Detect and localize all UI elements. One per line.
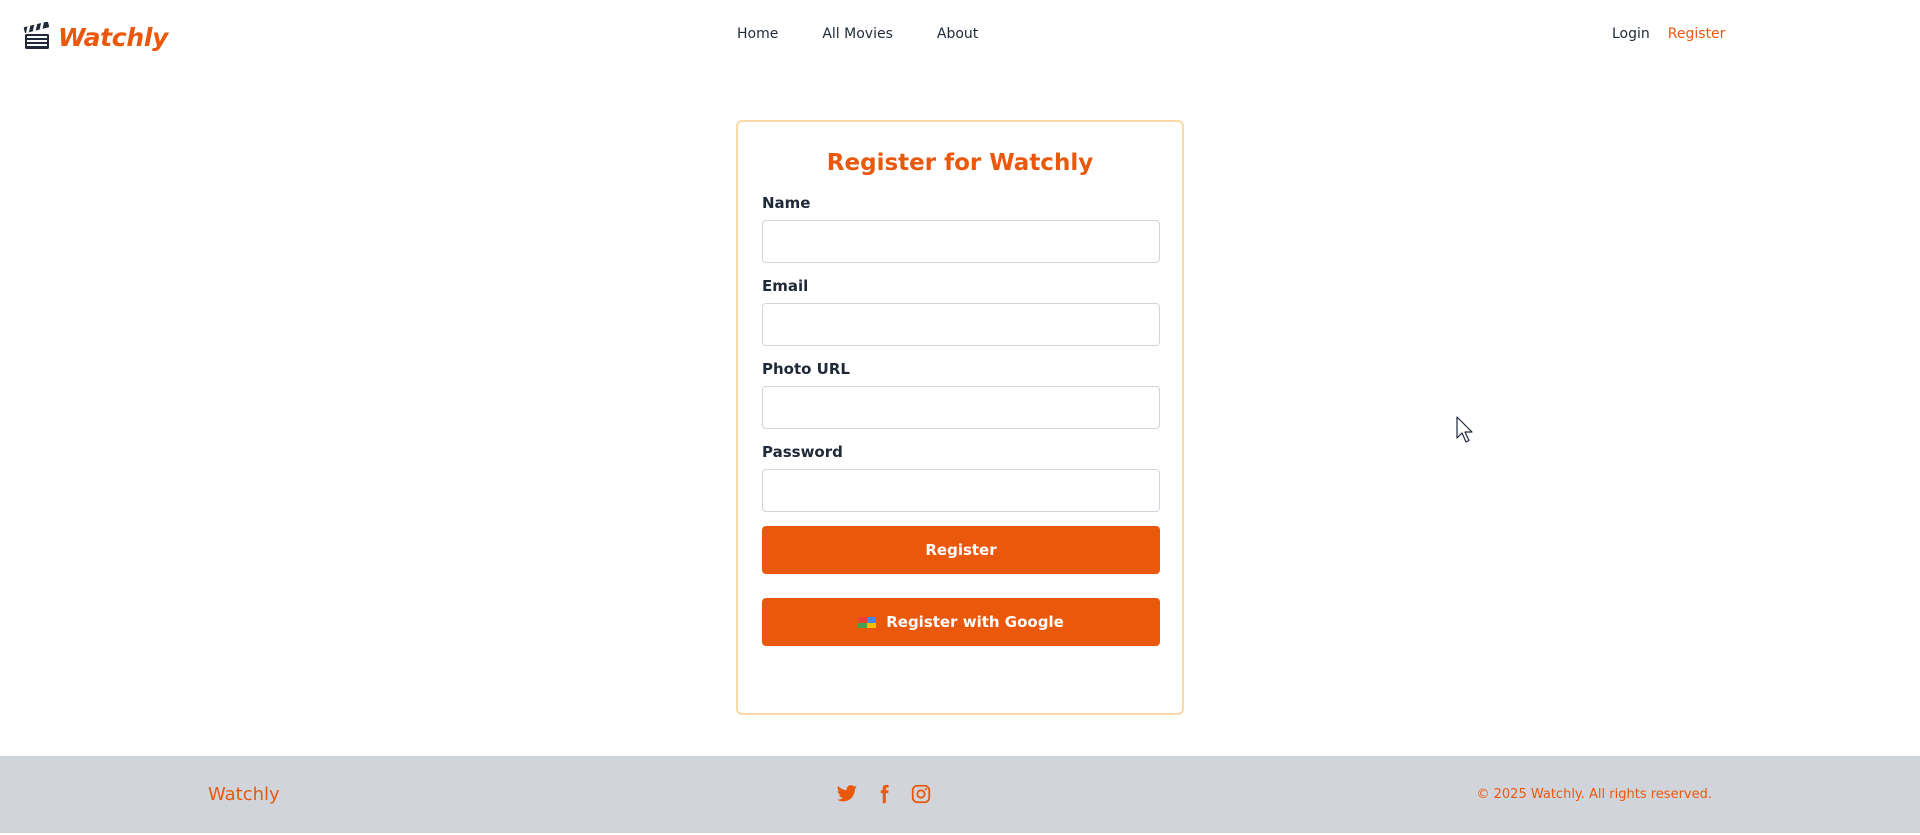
auth-nav: Login Register (1612, 26, 1725, 42)
nav-home[interactable]: Home (737, 26, 778, 42)
register-with-google-button[interactable]: Register with Google (762, 598, 1160, 646)
instagram-icon[interactable] (910, 783, 932, 805)
facebook-icon[interactable] (873, 783, 895, 805)
google-button-label: Register with Google (886, 613, 1064, 631)
nav-all-movies[interactable]: All Movies (822, 26, 893, 42)
mouse-cursor-icon (1456, 416, 1476, 444)
nav-about[interactable]: About (937, 26, 978, 42)
clapperboard-icon (22, 21, 52, 52)
logo-link[interactable]: Watchly (22, 21, 169, 52)
password-field-group: Password (762, 443, 1160, 512)
register-card: Register for Watchly Name Email Photo UR… (736, 120, 1184, 715)
password-input[interactable] (762, 469, 1160, 512)
register-button-label: Register (925, 541, 997, 559)
photo-url-field-group: Photo URL (762, 360, 1160, 429)
main-nav: Home All Movies About (737, 26, 1022, 42)
email-field-group: Email (762, 277, 1160, 346)
photo-url-input[interactable] (762, 386, 1160, 429)
password-label: Password (762, 443, 843, 461)
nav-register[interactable]: Register (1668, 26, 1726, 42)
form-title: Register for Watchly (826, 150, 1094, 176)
name-field-group: Name (762, 194, 1160, 263)
social-links (836, 783, 932, 805)
email-input[interactable] (762, 303, 1160, 346)
twitter-icon[interactable] (836, 783, 858, 805)
nav-login[interactable]: Login (1612, 26, 1650, 42)
brand-name: Watchly (58, 22, 169, 52)
name-label: Name (762, 194, 811, 212)
footer: Watchly © 2025 Watchly. All rights reser… (0, 756, 1920, 833)
email-label: Email (762, 277, 809, 295)
register-button[interactable]: Register (762, 526, 1160, 574)
copyright-text: © 2025 Watchly. All rights reserved. (1476, 787, 1713, 802)
footer-brand: Watchly (208, 784, 280, 805)
photo-url-label: Photo URL (762, 360, 850, 378)
name-input[interactable] (762, 220, 1160, 263)
google-icon (858, 615, 877, 629)
header: Watchly Home All Movies About Login Regi… (0, 0, 1920, 76)
